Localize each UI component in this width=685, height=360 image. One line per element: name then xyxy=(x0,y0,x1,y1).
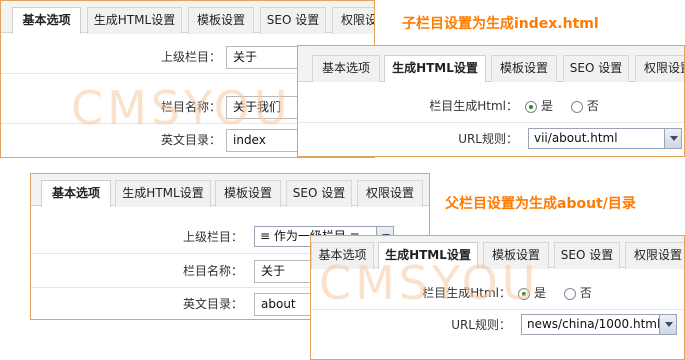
generate-html-label: 栏目生成Html： xyxy=(429,99,518,113)
tab-html[interactable]: 生成HTML设置 xyxy=(115,180,211,207)
radio-no[interactable] xyxy=(563,287,576,300)
chevron-down-icon[interactable] xyxy=(664,129,681,148)
english-dir-label: 英文目录： xyxy=(160,133,221,147)
generate-html-row: 栏目生成Html： 是 否 xyxy=(298,90,684,123)
radio-yes-label: 是 xyxy=(534,286,547,300)
tab-permission[interactable]: 权限设置 xyxy=(635,55,684,82)
radio-no-label: 否 xyxy=(579,286,592,300)
tab-basic[interactable]: 基本选项 xyxy=(41,180,111,207)
tab-basic[interactable]: 基本选项 xyxy=(12,7,81,34)
tab-permission[interactable]: 权限设置 xyxy=(332,7,374,34)
radio-yes-label: 是 xyxy=(541,99,554,113)
tab-seo[interactable]: SEO 设置 xyxy=(286,180,352,207)
tab-seo[interactable]: SEO 设置 xyxy=(563,55,629,82)
parent-category-label: 上级栏目： xyxy=(182,230,243,244)
html-settings-panel-bottom: 基本选项 生成HTML设置 模板设置 SEO 设置 权限设置 栏目生成Html：… xyxy=(310,235,685,360)
tab-bar: 基本选项 生成HTML设置 模板设置 SEO 设置 权限设置 xyxy=(311,236,684,269)
tab-permission[interactable]: 权限设置 xyxy=(625,242,684,269)
url-rule-row: URL规则： news/china/1000.html xyxy=(311,309,684,342)
category-name-label: 栏目名称： xyxy=(160,100,221,114)
caption-top: 子栏目设置为生成index.html xyxy=(402,16,599,32)
tab-basic[interactable]: 基本选项 xyxy=(311,242,374,269)
url-rule-select[interactable]: vii/about.html xyxy=(528,128,682,149)
tab-seo[interactable]: SEO 设置 xyxy=(554,242,620,269)
radio-no-label: 否 xyxy=(586,99,599,113)
chevron-down-icon[interactable] xyxy=(659,315,676,334)
english-dir-label: 英文目录： xyxy=(182,297,243,311)
url-rule-value: vii/about.html xyxy=(534,131,618,145)
tab-html[interactable]: 生成HTML设置 xyxy=(384,55,486,82)
tab-html[interactable]: 生成HTML设置 xyxy=(378,242,478,269)
generate-html-label: 栏目生成Html： xyxy=(422,286,511,300)
tab-basic[interactable]: 基本选项 xyxy=(312,55,380,82)
tab-template[interactable]: 模板设置 xyxy=(188,7,254,34)
tab-html[interactable]: 生成HTML设置 xyxy=(87,7,182,34)
radio-yes[interactable] xyxy=(525,100,537,113)
caption-bottom: 父栏目设置为生成about/目录 xyxy=(445,196,636,212)
parent-category-label: 上级栏目： xyxy=(160,50,221,64)
tab-bar: 基本选项 生成HTML设置 模板设置 SEO 设置 权限设置 xyxy=(31,174,429,207)
generate-html-radios: 是 否 xyxy=(525,90,613,123)
url-rule-label: URL规则： xyxy=(451,318,511,332)
generate-html-radios: 是 否 xyxy=(518,277,606,310)
radio-no[interactable] xyxy=(570,100,583,113)
html-settings-panel-top: 基本选项 生成HTML设置 模板设置 SEO 设置 权限设置 栏目生成Html：… xyxy=(297,45,685,157)
url-rule-label: URL规则： xyxy=(458,132,518,146)
tab-template[interactable]: 模板设置 xyxy=(483,242,549,269)
radio-yes[interactable] xyxy=(518,287,530,300)
url-rule-value: news/china/1000.html xyxy=(527,317,661,331)
url-rule-select[interactable]: news/china/1000.html xyxy=(521,314,677,335)
generate-html-row: 栏目生成Html： 是 否 xyxy=(311,277,684,310)
tab-template[interactable]: 模板设置 xyxy=(215,180,281,207)
tab-bar: 基本选项 生成HTML设置 模板设置 SEO 设置 权限设置 xyxy=(1,1,374,34)
tab-template[interactable]: 模板设置 xyxy=(491,55,557,82)
tab-permission[interactable]: 权限设置 xyxy=(357,180,423,207)
tab-seo[interactable]: SEO 设置 xyxy=(260,7,326,34)
url-rule-row: URL规则： vii/about.html xyxy=(298,123,684,156)
tab-bar: 基本选项 生成HTML设置 模板设置 SEO 设置 权限设置 xyxy=(298,46,684,82)
category-name-label: 栏目名称： xyxy=(182,264,243,278)
